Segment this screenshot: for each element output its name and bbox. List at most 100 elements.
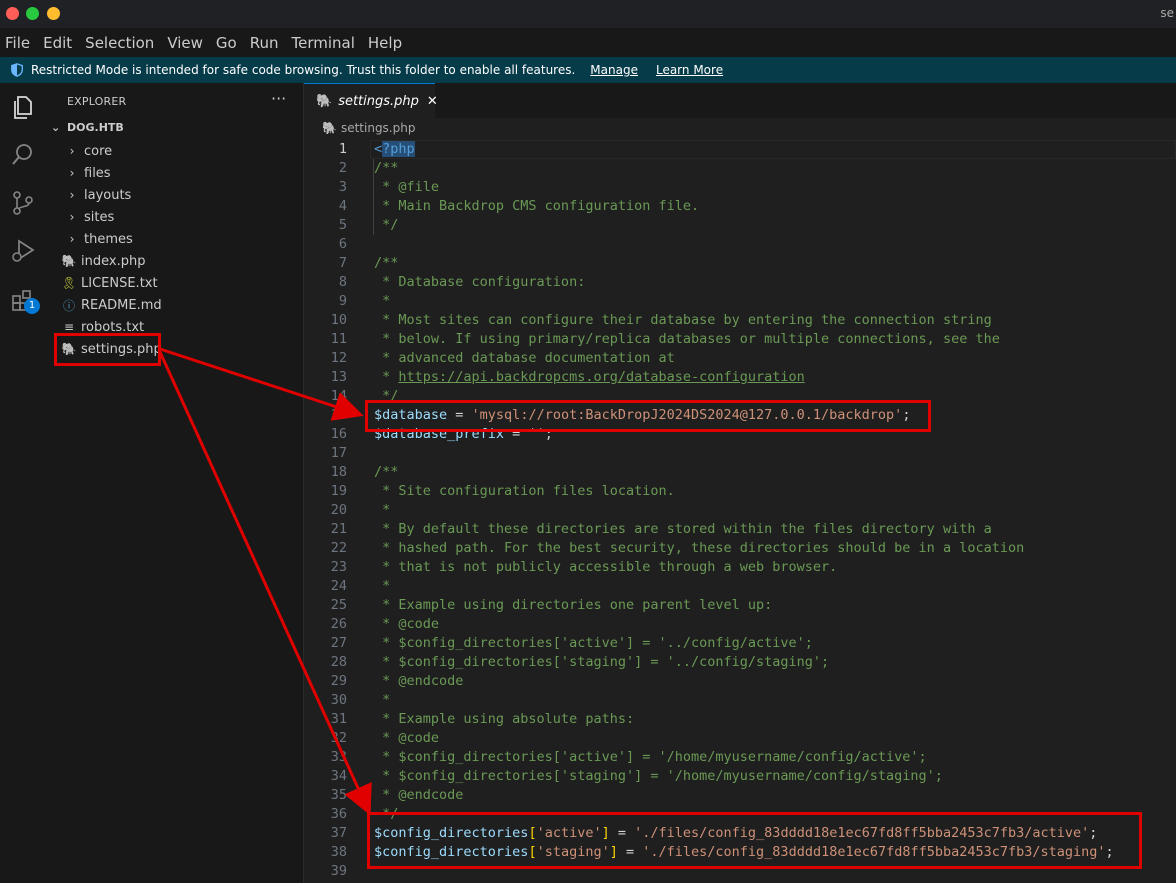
- close-icon[interactable]: ✕: [427, 94, 438, 109]
- code-token: <: [374, 141, 383, 157]
- explorer-files-icon[interactable]: [9, 93, 37, 121]
- folder-files[interactable]: › files: [47, 162, 303, 184]
- menu-run[interactable]: Run: [250, 34, 279, 52]
- tab-settings-php[interactable]: 🐘 settings.php ✕: [304, 83, 438, 118]
- code-line[interactable]: 16 $database_prefix = '';: [304, 425, 1176, 444]
- line-text: * advanced database documentation at: [374, 349, 675, 368]
- line-number: 30: [330, 692, 347, 708]
- code-line[interactable]: 2 /**: [304, 159, 1176, 178]
- more-actions-icon[interactable]: ···: [271, 89, 286, 108]
- line-number: 6: [338, 236, 347, 252]
- folder-layouts[interactable]: › layouts: [47, 184, 303, 206]
- maximize-window-button[interactable]: [26, 7, 39, 20]
- learn-more-link[interactable]: Learn More: [656, 63, 723, 77]
- code-line[interactable]: 10 * Most sites can configure their data…: [304, 311, 1176, 330]
- code-line[interactable]: 3 * @file: [304, 178, 1176, 197]
- line-number: 37: [330, 825, 347, 841]
- chevron-right-icon: ›: [69, 144, 75, 158]
- code-line[interactable]: 18 /**: [304, 463, 1176, 482]
- extensions-badge: 1: [24, 298, 40, 314]
- editor-area: 🐘 settings.php ✕ 🐘 settings.php 1 <?php 2 /…: [304, 83, 1176, 883]
- folder-core[interactable]: › core: [47, 140, 303, 162]
- search-icon[interactable]: [9, 141, 37, 169]
- file-label: robots.txt: [81, 319, 145, 335]
- source-control-icon[interactable]: [9, 189, 37, 217]
- file-robots-txt[interactable]: ≡ robots.txt: [47, 316, 303, 338]
- code-line[interactable]: 7 /**: [304, 254, 1176, 273]
- code-line[interactable]: 4 * Main Backdrop CMS configuration file…: [304, 197, 1176, 216]
- line-number: 8: [338, 274, 347, 290]
- code-token: * Main Backdrop CMS configuration file.: [374, 198, 700, 214]
- run-debug-icon[interactable]: [9, 237, 37, 265]
- file-label: index.php: [81, 253, 146, 269]
- code-line[interactable]: 26 * @code: [304, 615, 1176, 634]
- banner-message: Restricted Mode is intended for safe cod…: [31, 63, 576, 77]
- code-line[interactable]: 11 * below. If using primary/replica dat…: [304, 330, 1176, 349]
- code-token: *: [374, 692, 391, 708]
- code-line[interactable]: 5 */: [304, 216, 1176, 235]
- code-line[interactable]: 39: [304, 862, 1176, 881]
- menu-file[interactable]: File: [5, 34, 30, 52]
- code-line[interactable]: 22 * hashed path. For the best security,…: [304, 539, 1176, 558]
- code-line[interactable]: 38 $config_directories['staging'] = './fi…: [304, 843, 1176, 862]
- code-line[interactable]: 32 * @code: [304, 729, 1176, 748]
- code-line[interactable]: 33 * $config_directories['active'] = '/h…: [304, 748, 1176, 767]
- folder-themes[interactable]: › themes: [47, 228, 303, 250]
- folder-label: themes: [84, 231, 133, 247]
- breadcrumb-file[interactable]: settings.php: [341, 121, 416, 135]
- code-line[interactable]: 30 *: [304, 691, 1176, 710]
- menu-help[interactable]: Help: [368, 34, 402, 52]
- code-line[interactable]: 15 $database = 'mysql://root:BackDropJ202…: [304, 406, 1176, 425]
- code-line[interactable]: 29 * @endcode: [304, 672, 1176, 691]
- line-number: 10: [330, 312, 347, 328]
- code-token: ;: [902, 407, 911, 423]
- file-settings-php[interactable]: 🐘 settings.php: [47, 338, 303, 360]
- menu-edit[interactable]: Edit: [43, 34, 72, 52]
- manage-link[interactable]: Manage: [590, 63, 638, 77]
- line-text: * Example using absolute paths:: [374, 710, 634, 729]
- code-line[interactable]: 36 */: [304, 805, 1176, 824]
- code-line[interactable]: 20 *: [304, 501, 1176, 520]
- code-line[interactable]: 21 * By default these directories are st…: [304, 520, 1176, 539]
- code-line[interactable]: 34 * $config_directories['staging'] = '/…: [304, 767, 1176, 786]
- minimize-window-button[interactable]: [47, 7, 60, 20]
- close-window-button[interactable]: [6, 7, 19, 20]
- line-number: 19: [330, 483, 347, 499]
- code-token: * that is not publicly accessible throug…: [374, 559, 838, 575]
- code-line[interactable]: 17: [304, 444, 1176, 463]
- code-line[interactable]: 12 * advanced database documentation at: [304, 349, 1176, 368]
- folder-sites[interactable]: › sites: [47, 206, 303, 228]
- line-number: 35: [330, 787, 347, 803]
- code-line[interactable]: 9 *: [304, 292, 1176, 311]
- menu-go[interactable]: Go: [216, 34, 237, 52]
- file-license-txt[interactable]: 🎗 LICENSE.txt: [47, 272, 303, 294]
- code-token: */: [374, 388, 399, 404]
- chevron-down-icon: ⌄: [51, 121, 61, 134]
- code-line[interactable]: 24 *: [304, 577, 1176, 596]
- code-line[interactable]: 14 */: [304, 387, 1176, 406]
- line-text: */: [374, 387, 398, 406]
- code-line[interactable]: 25 * Example using directories one paren…: [304, 596, 1176, 615]
- code-line[interactable]: 13 * https://api.backdropcms.org/databas…: [304, 368, 1176, 387]
- file-index-php[interactable]: 🐘 index.php: [47, 250, 303, 272]
- code-line[interactable]: 35 * @endcode: [304, 786, 1176, 805]
- menu-selection[interactable]: Selection: [85, 34, 154, 52]
- menu-terminal[interactable]: Terminal: [292, 34, 355, 52]
- menu-view[interactable]: View: [167, 34, 203, 52]
- code-token: ?php: [382, 141, 415, 157]
- line-number: 31: [330, 711, 347, 727]
- code-line[interactable]: 31 * Example using absolute paths:: [304, 710, 1176, 729]
- workspace-root[interactable]: ⌄ DOG.HTB: [51, 121, 124, 134]
- line-number: 27: [330, 635, 347, 651]
- code-line[interactable]: 27 * $config_directories['active'] = '..…: [304, 634, 1176, 653]
- code-line[interactable]: 28 * $config_directories['staging'] = '.…: [304, 653, 1176, 672]
- code-line[interactable]: 1 <?php: [304, 140, 1176, 159]
- code-line[interactable]: 37 $config_directories['active'] = './fil…: [304, 824, 1176, 843]
- code-line[interactable]: 23 * that is not publicly accessible thr…: [304, 558, 1176, 577]
- file-readme-md[interactable]: ⓘ README.md: [47, 294, 303, 316]
- code-line[interactable]: 19 * Site configuration files location.: [304, 482, 1176, 501]
- code-line[interactable]: 8 * Database configuration:: [304, 273, 1176, 292]
- code-line[interactable]: 6: [304, 235, 1176, 254]
- code-token: '': [528, 426, 545, 442]
- code-token: *: [374, 369, 399, 385]
